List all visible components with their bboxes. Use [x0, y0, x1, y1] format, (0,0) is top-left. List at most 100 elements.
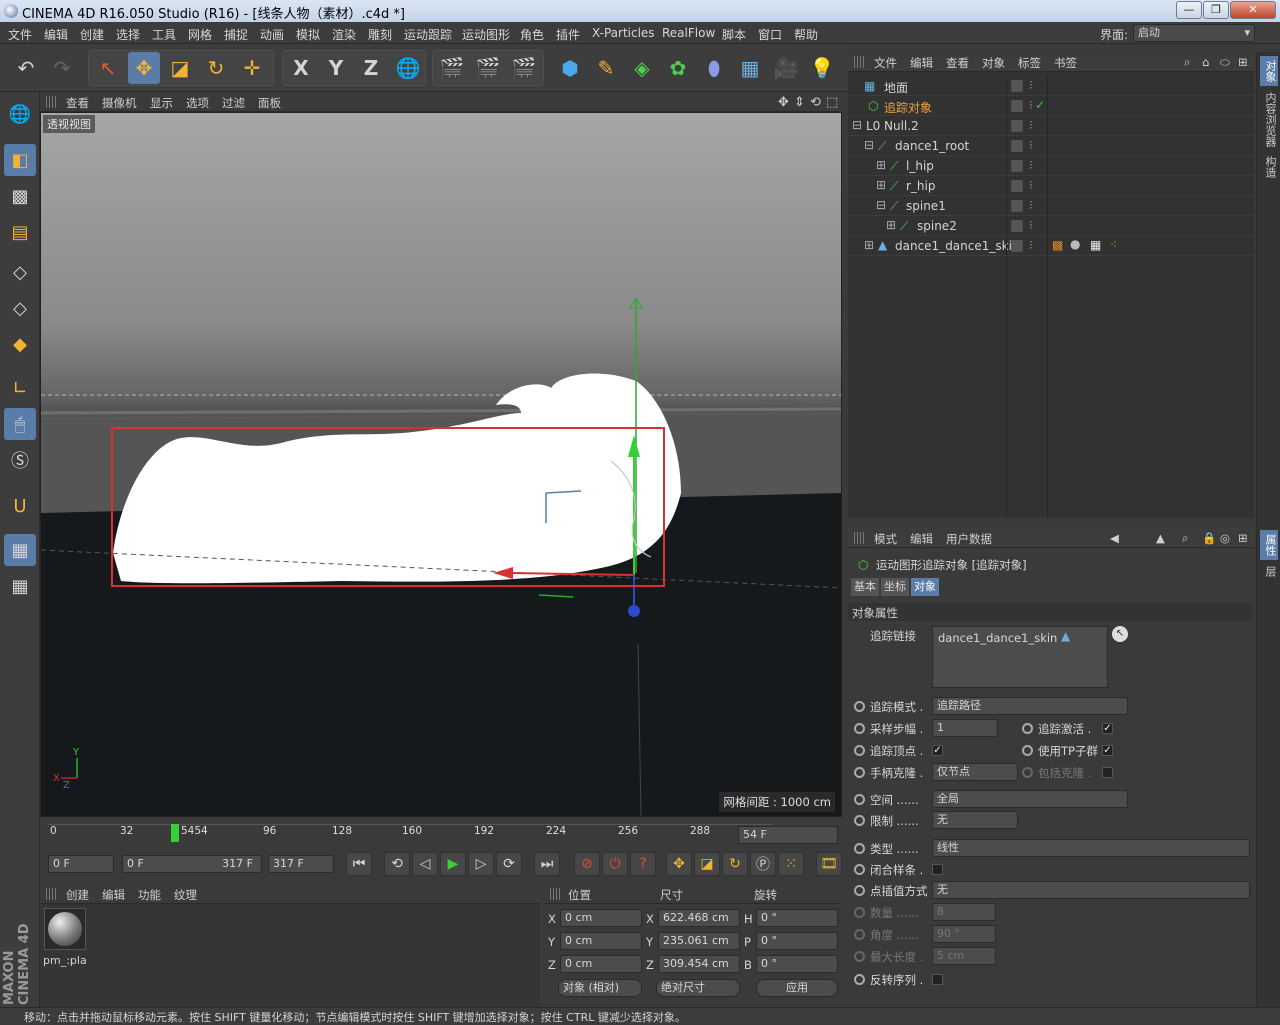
size-z-field[interactable]: 309.454 cm	[658, 955, 740, 973]
side-tab-layers[interactable]: 层	[1260, 566, 1278, 577]
new-window-icon[interactable]: ⊞	[1238, 55, 1248, 69]
rotate-tool-icon[interactable]: ↻	[200, 52, 232, 84]
editor-visibility-icon[interactable]	[1011, 200, 1023, 212]
radio[interactable]	[1022, 723, 1033, 734]
checker-tag-icon[interactable]: ▦	[1090, 238, 1101, 252]
object-name[interactable]: 追踪对象	[884, 99, 932, 116]
material-menu-function[interactable]: 功能	[138, 887, 161, 903]
viewport-menu-view[interactable]: 查看	[66, 95, 89, 111]
radio[interactable]	[854, 885, 865, 896]
autokey-icon[interactable]: ⏻	[602, 852, 628, 876]
object-row[interactable]: ⊟ ⟋ dance1_root ⁝	[848, 136, 1254, 156]
key-parameter-icon[interactable]: Ⓟ	[750, 852, 776, 876]
size-x-field[interactable]: 622.468 cm	[658, 909, 740, 927]
menu-realflow[interactable]: RealFlow	[662, 26, 715, 40]
model-mode-icon[interactable]: ◧	[4, 144, 36, 176]
cube-icon[interactable]: ⬢	[554, 52, 586, 84]
layout-select[interactable]: 启动 ▾	[1133, 24, 1255, 42]
magnet-icon[interactable]: U	[4, 490, 36, 522]
menu-plugins[interactable]: 插件	[556, 26, 580, 43]
om-menu-object[interactable]: 对象	[982, 55, 1005, 71]
expand-icon[interactable]: ⊟	[876, 198, 886, 212]
position-x-field[interactable]: 0 cm	[560, 909, 642, 927]
expand-icon[interactable]: ⊟	[852, 118, 862, 132]
pick-object-icon[interactable]: ↖	[1112, 626, 1128, 642]
floor-icon[interactable]: ▦	[734, 52, 766, 84]
object-row[interactable]: ⊞ ⟋ spine2 ⁝	[848, 216, 1254, 236]
menu-window[interactable]: 窗口	[758, 26, 782, 43]
expand-icon[interactable]: ⊟	[864, 138, 874, 152]
object-row[interactable]: ▦ 地面 ⁝	[848, 76, 1254, 96]
target-icon[interactable]: ◎	[1220, 531, 1230, 545]
axis-mode-icon[interactable]: ∟	[4, 372, 36, 404]
prev-key-icon[interactable]: ⟲	[384, 852, 410, 876]
space-select[interactable]: 全局	[932, 790, 1128, 808]
position-y-field[interactable]: 0 cm	[560, 932, 642, 950]
workplane-icon[interactable]: ▤	[4, 216, 36, 248]
mograph-cloner-icon[interactable]: ✿	[662, 52, 694, 84]
menu-file[interactable]: 文件	[8, 26, 32, 43]
edges-mode-icon[interactable]: ◇	[4, 292, 36, 324]
handle-clone-select[interactable]: 仅节点	[932, 763, 1018, 781]
world-coords-icon[interactable]: 🌐	[392, 52, 424, 84]
z-axis-lock-icon[interactable]: Z	[355, 52, 387, 84]
viewport-menu-camera[interactable]: 摄像机	[102, 95, 137, 111]
expand-icon[interactable]: ⊞	[876, 158, 886, 172]
z-axis-handle-icon[interactable]	[628, 605, 640, 617]
am-menu-mode[interactable]: 模式	[874, 531, 897, 547]
playhead[interactable]	[171, 824, 179, 842]
menu-select[interactable]: 选择	[116, 26, 140, 43]
visibility-dots[interactable]: ⁝	[1029, 118, 1033, 132]
use-tp-checkbox[interactable]: ✓	[1102, 745, 1113, 756]
radio[interactable]	[854, 767, 865, 778]
deformer-icon[interactable]: ⬮	[698, 52, 730, 84]
rotation-b-field[interactable]: 0 °	[756, 955, 838, 973]
lock-icon[interactable]: 🔒	[1202, 531, 1216, 545]
object-row[interactable]: ⊞ ⟋ r_hip ⁝	[848, 176, 1254, 196]
limit-select[interactable]: 无	[932, 811, 1018, 829]
radio[interactable]	[854, 723, 865, 734]
editor-visibility-icon[interactable]	[1011, 140, 1023, 152]
menu-render[interactable]: 渲染	[332, 26, 356, 43]
radio[interactable]	[854, 974, 865, 985]
material-tag-icon[interactable]: ●	[1070, 237, 1080, 251]
reverse-sequence-checkbox[interactable]	[932, 974, 943, 985]
menu-mograph[interactable]: 运动图形	[462, 26, 510, 43]
position-z-field[interactable]: 0 cm	[560, 955, 642, 973]
object-name[interactable]: spine2	[917, 219, 957, 233]
type-select[interactable]: 线性	[932, 839, 1250, 857]
go-to-end-icon[interactable]: ⏭	[534, 852, 560, 876]
side-tab-attributes[interactable]: 属性	[1260, 530, 1278, 560]
radio[interactable]	[854, 843, 865, 854]
side-tab-content-browser[interactable]: 内容浏览器	[1260, 92, 1278, 147]
om-menu-view[interactable]: 查看	[946, 55, 969, 71]
menu-xparticles[interactable]: X-Particles	[592, 26, 655, 40]
go-to-start-icon[interactable]: ⏮	[346, 852, 372, 876]
expand-icon[interactable]: ⊞	[864, 238, 874, 252]
viewport-menu-filter[interactable]: 过滤	[222, 95, 245, 111]
object-name[interactable]: dance1_dance1_skin	[895, 239, 1020, 253]
visibility-dots[interactable]: ⁝	[1029, 158, 1033, 172]
viewport-nav-rotate-icon[interactable]: ⟲	[810, 95, 821, 110]
rotation-h-field[interactable]: 0 °	[756, 909, 838, 927]
key-position-icon[interactable]: ✥	[666, 852, 692, 876]
count-field[interactable]: 8	[932, 903, 996, 921]
trace-vertices-checkbox[interactable]: ✓	[932, 745, 943, 756]
perspective-viewport[interactable]: X Y Z 透视视图 网格间距 : 1000 cm	[40, 112, 842, 817]
menu-character[interactable]: 角色	[520, 26, 544, 43]
menu-script[interactable]: 脚本	[722, 26, 746, 43]
new-window-icon[interactable]: ⊞	[1238, 531, 1248, 545]
material-menu-texture[interactable]: 纹理	[174, 887, 197, 903]
side-tab-objects[interactable]: 对象	[1260, 56, 1278, 86]
transform-tool-icon[interactable]: ✛	[236, 52, 268, 84]
menu-snap[interactable]: 捕捉	[224, 26, 248, 43]
timeline-ruler[interactable]: 0 32 5454 96 128 160 192 224 256 288 3:	[40, 820, 842, 846]
editor-visibility-icon[interactable]	[1011, 80, 1023, 92]
editor-visibility-icon[interactable]	[1011, 160, 1023, 172]
object-row[interactable]: ⊟ ⟋ spine1 ⁝	[848, 196, 1254, 216]
material-name[interactable]: pm_:pla	[43, 954, 87, 967]
close-button[interactable]: ✕	[1230, 1, 1276, 19]
back-arrow-icon[interactable]: ◀	[1110, 531, 1119, 545]
x-axis-lock-icon[interactable]: X	[285, 52, 317, 84]
move-tool-icon[interactable]: ✥	[128, 52, 160, 84]
